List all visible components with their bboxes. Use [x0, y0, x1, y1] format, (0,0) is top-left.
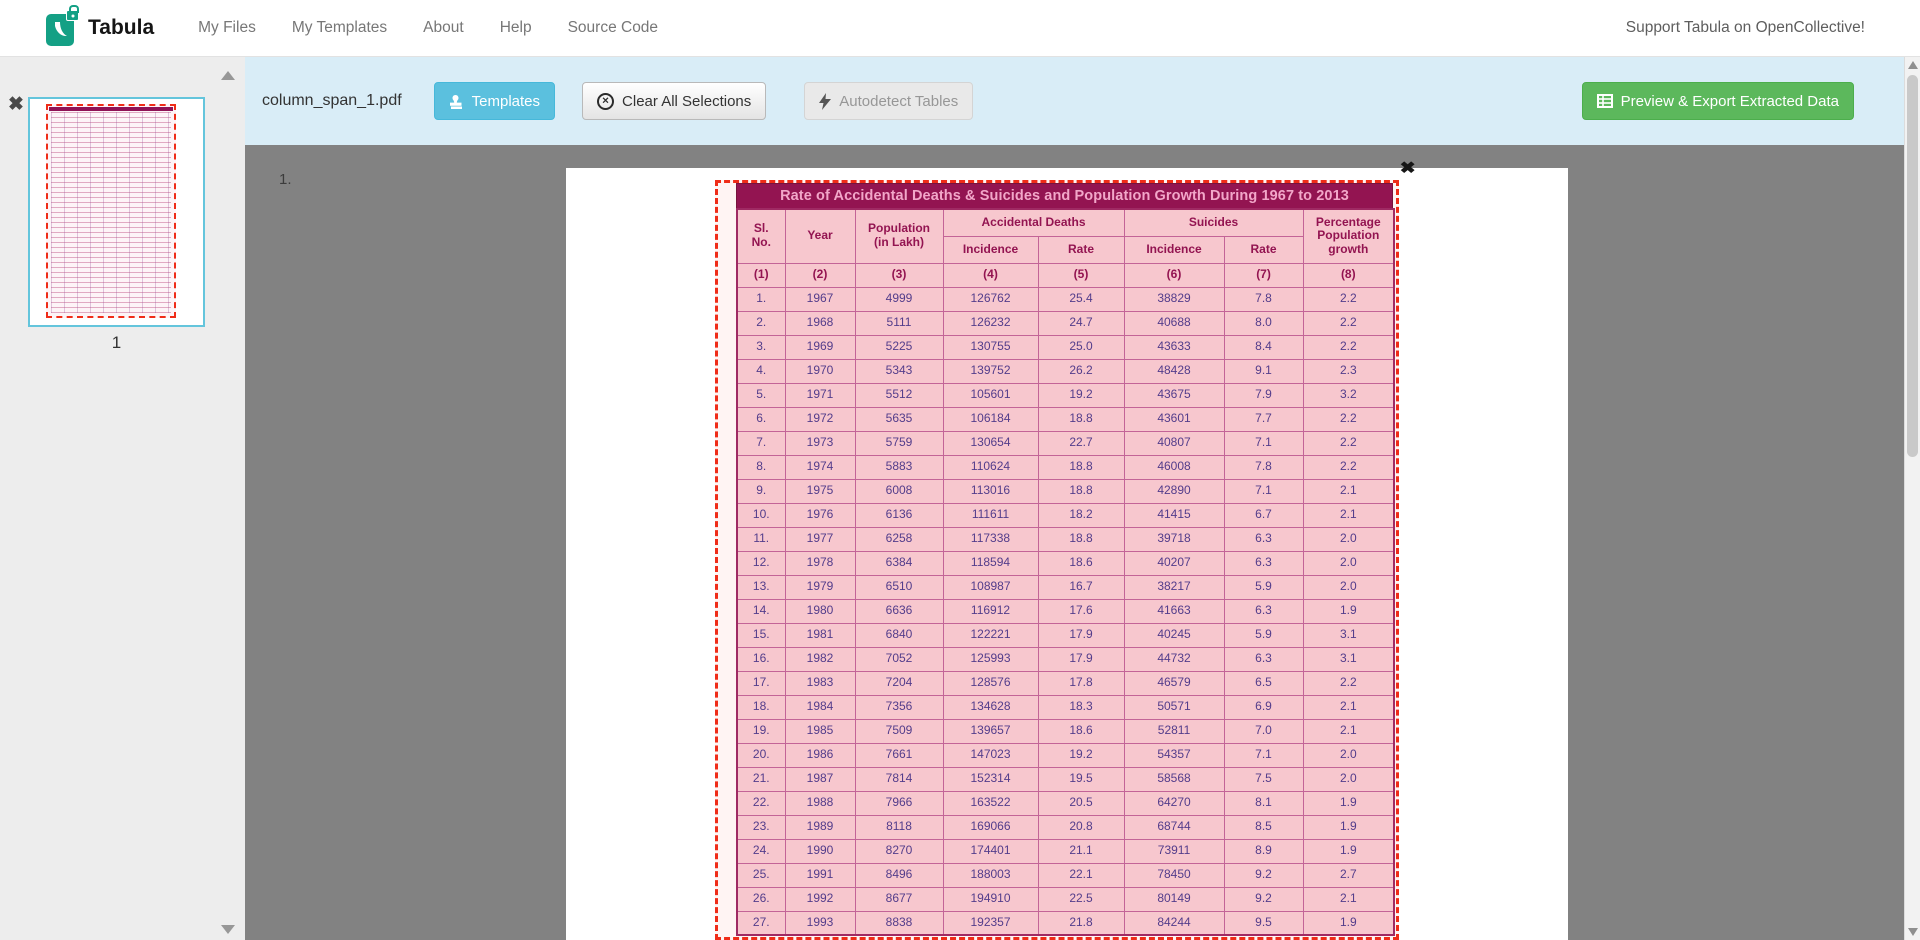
- lightning-icon: [819, 93, 831, 110]
- remove-page-icon[interactable]: ✖: [8, 95, 24, 114]
- pdf-canvas: 1. Rate of Accidental Deaths & Suicides …: [245, 145, 1904, 940]
- page-number-label: 1.: [279, 171, 292, 188]
- nav-help[interactable]: Help: [500, 19, 532, 37]
- nav-source-code[interactable]: Source Code: [568, 19, 658, 37]
- table-grid-icon: [1597, 94, 1613, 108]
- vertical-scrollbar[interactable]: [1904, 57, 1920, 940]
- nav-links: My Files My Templates About Help Source …: [198, 19, 658, 37]
- nav-my-templates[interactable]: My Templates: [292, 19, 387, 37]
- top-navbar: Tabula My Files My Templates About Help …: [0, 0, 1920, 57]
- clear-all-selections-button[interactable]: Clear All Selections: [582, 82, 766, 120]
- thumbnail-page-number: 1: [28, 333, 205, 353]
- scrollbar-down-icon[interactable]: [1908, 928, 1918, 936]
- clear-button-label: Clear All Selections: [622, 93, 751, 110]
- document-toolbar: column_span_1.pdf Templates Clear All Se…: [245, 57, 1904, 145]
- selection-close-icon[interactable]: ✖: [1400, 161, 1416, 177]
- scrollbar-thumb[interactable]: [1907, 75, 1918, 457]
- document-filename: column_span_1.pdf: [262, 92, 402, 110]
- thumbnail-table-rows: [51, 112, 171, 313]
- table-selection-box[interactable]: [715, 180, 1399, 940]
- thumbnail-table-title-bar: [49, 107, 173, 111]
- autodetect-tables-button[interactable]: Autodetect Tables: [804, 82, 973, 120]
- support-opencollective-link[interactable]: Support Tabula on OpenCollective!: [1626, 19, 1865, 37]
- acrobat-swoosh-icon: [51, 20, 69, 40]
- lock-icon: [66, 10, 79, 21]
- thumbnail-selection-preview: [46, 104, 176, 318]
- sidebar-scroll-down-icon[interactable]: [221, 925, 235, 934]
- nav-about[interactable]: About: [423, 19, 464, 37]
- templates-button[interactable]: Templates: [434, 82, 555, 120]
- scrollbar-up-icon[interactable]: [1908, 61, 1918, 69]
- page-1-thumbnail[interactable]: [28, 97, 205, 327]
- preview-export-button[interactable]: Preview & Export Extracted Data: [1582, 82, 1854, 120]
- templates-button-label: Templates: [472, 93, 540, 110]
- tabula-logo-icon: [46, 10, 78, 46]
- circle-x-icon: [597, 93, 614, 110]
- stamp-icon: [449, 94, 464, 109]
- autodetect-button-label: Autodetect Tables: [839, 93, 958, 110]
- nav-my-files[interactable]: My Files: [198, 19, 256, 37]
- export-button-label: Preview & Export Extracted Data: [1621, 93, 1839, 110]
- page-thumbnails-sidebar: ✖ 1: [0, 57, 245, 940]
- sidebar-scroll-up-icon[interactable]: [221, 71, 235, 80]
- brand-name: Tabula: [88, 16, 154, 40]
- tabula-brand[interactable]: Tabula: [46, 10, 154, 46]
